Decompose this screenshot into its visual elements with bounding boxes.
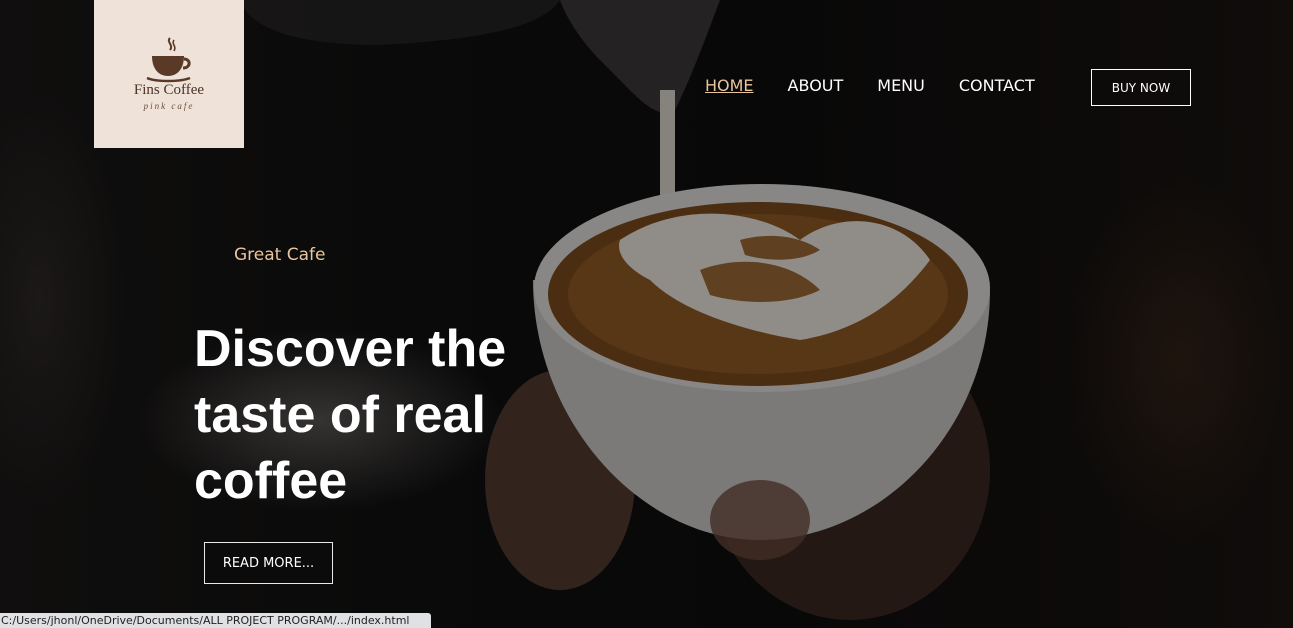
coffee-cup-icon	[146, 37, 191, 83]
headline-line-2: taste of real	[194, 386, 486, 444]
logo-name: Fins Coffee	[133, 82, 205, 98]
browser-status-bar: C:/Users/jhonl/OneDrive/Documents/ALL PR…	[0, 613, 431, 628]
headline-line-3: coffee	[194, 452, 348, 510]
nav-link-contact[interactable]: CONTACT	[959, 76, 1035, 95]
buy-now-button[interactable]: BUY NOW	[1091, 69, 1191, 106]
main-nav: HOME ABOUT MENU CONTACT	[705, 76, 1069, 95]
nav-link-about[interactable]: ABOUT	[788, 76, 844, 95]
logo[interactable]: Fins Coffee pink cafe	[94, 0, 244, 148]
nav-link-home[interactable]: HOME	[705, 76, 754, 95]
headline-line-1: Discover the	[194, 320, 507, 378]
logo-tagline: pink cafe	[143, 101, 195, 111]
nav-link-menu[interactable]: MENU	[877, 76, 925, 95]
hero-section: Fins Coffee pink cafe HOME ABOUT MENU CO…	[0, 0, 1293, 628]
hero-eyebrow: Great Cafe	[234, 245, 326, 265]
hero-headline: Discover the taste of real coffee	[194, 316, 554, 514]
read-more-button[interactable]: READ MORE...	[204, 542, 333, 584]
